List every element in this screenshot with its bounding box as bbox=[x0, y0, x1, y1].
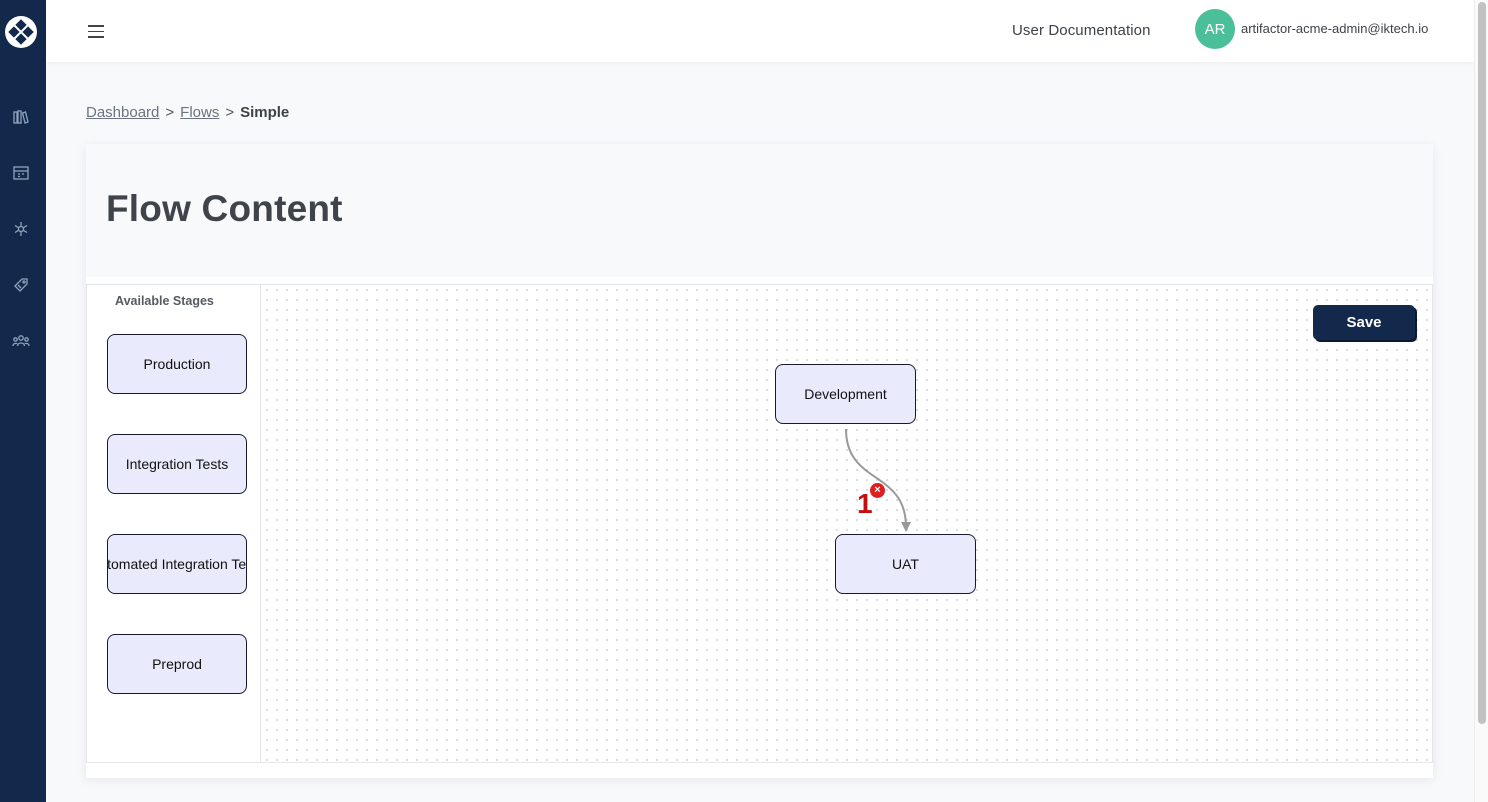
user-email[interactable]: artifactor-acme-admin@iktech.io bbox=[1241, 21, 1428, 36]
top-bar: User Documentation AR artifactor-acme-ad… bbox=[46, 0, 1474, 62]
app-logo[interactable] bbox=[5, 16, 37, 48]
card-header: Flow Content bbox=[86, 144, 1433, 277]
user-documentation-link[interactable]: User Documentation bbox=[1012, 22, 1151, 39]
flow-edge[interactable] bbox=[262, 285, 1432, 762]
flow-canvas[interactable]: Development UAT 1 × Save bbox=[262, 285, 1432, 762]
network-icon[interactable] bbox=[11, 219, 31, 239]
calendar-icon[interactable] bbox=[11, 163, 31, 183]
flow-editor: Available Stages Production Integration … bbox=[86, 284, 1433, 763]
sidebar bbox=[0, 0, 46, 802]
breadcrumb-flows[interactable]: Flows bbox=[180, 104, 219, 121]
logo-icon bbox=[8, 19, 34, 45]
stage-integration-tests[interactable]: Integration Tests bbox=[107, 434, 247, 494]
breadcrumb-separator: > bbox=[165, 104, 175, 121]
page-scrollbar[interactable] bbox=[1474, 0, 1488, 802]
stage-production[interactable]: Production bbox=[107, 334, 247, 394]
library-icon[interactable] bbox=[11, 107, 31, 127]
available-stages-panel: Available Stages Production Integration … bbox=[87, 285, 261, 762]
stage-preprod[interactable]: Preprod bbox=[107, 634, 247, 694]
node-development[interactable]: Development bbox=[775, 364, 916, 424]
team-icon[interactable] bbox=[11, 331, 31, 351]
node-uat[interactable]: UAT bbox=[835, 534, 976, 594]
available-stages-title: Available Stages bbox=[115, 294, 214, 308]
breadcrumb: Dashboard > Flows > Simple bbox=[86, 104, 289, 121]
breadcrumb-separator: > bbox=[225, 104, 235, 121]
breadcrumb-dashboard[interactable]: Dashboard bbox=[86, 104, 159, 121]
tag-icon[interactable] bbox=[11, 275, 31, 295]
scrollbar-thumb[interactable] bbox=[1478, 2, 1486, 724]
menu-icon[interactable] bbox=[88, 25, 104, 39]
delete-edge-icon[interactable]: × bbox=[870, 483, 885, 498]
breadcrumb-current: Simple bbox=[240, 104, 290, 121]
stage-automated-integration-tests[interactable]: Automated Integration Tests bbox=[107, 534, 247, 594]
flow-content-card: Flow Content Available Stages Production… bbox=[86, 144, 1433, 778]
save-button[interactable]: Save bbox=[1313, 305, 1415, 340]
page-title: Flow Content bbox=[106, 188, 343, 229]
avatar[interactable]: AR bbox=[1195, 9, 1235, 49]
